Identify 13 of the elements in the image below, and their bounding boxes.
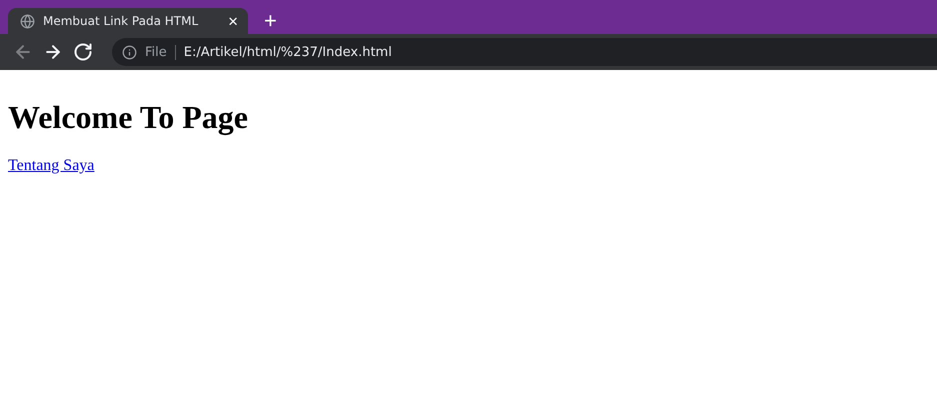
url-text: E:/Artikel/html/%237/Index.html	[184, 44, 392, 60]
reload-icon	[73, 42, 93, 62]
about-link[interactable]: Tentang Saya	[8, 157, 94, 174]
globe-icon	[20, 14, 35, 28]
tab-title: Membuat Link Pada HTML	[43, 14, 200, 28]
page-heading: Welcome To Page	[8, 99, 249, 136]
address-bar[interactable]: File E:/Artikel/html/%237/Index.html	[112, 38, 937, 66]
info-icon	[122, 44, 137, 60]
close-tab-button[interactable]: ×	[228, 12, 238, 30]
scheme-label: File	[145, 44, 176, 60]
browser-tab[interactable]: Membuat Link Pada HTML ×	[8, 8, 248, 34]
new-tab-button[interactable]: +	[260, 10, 281, 32]
right-arrow-icon	[43, 42, 63, 62]
